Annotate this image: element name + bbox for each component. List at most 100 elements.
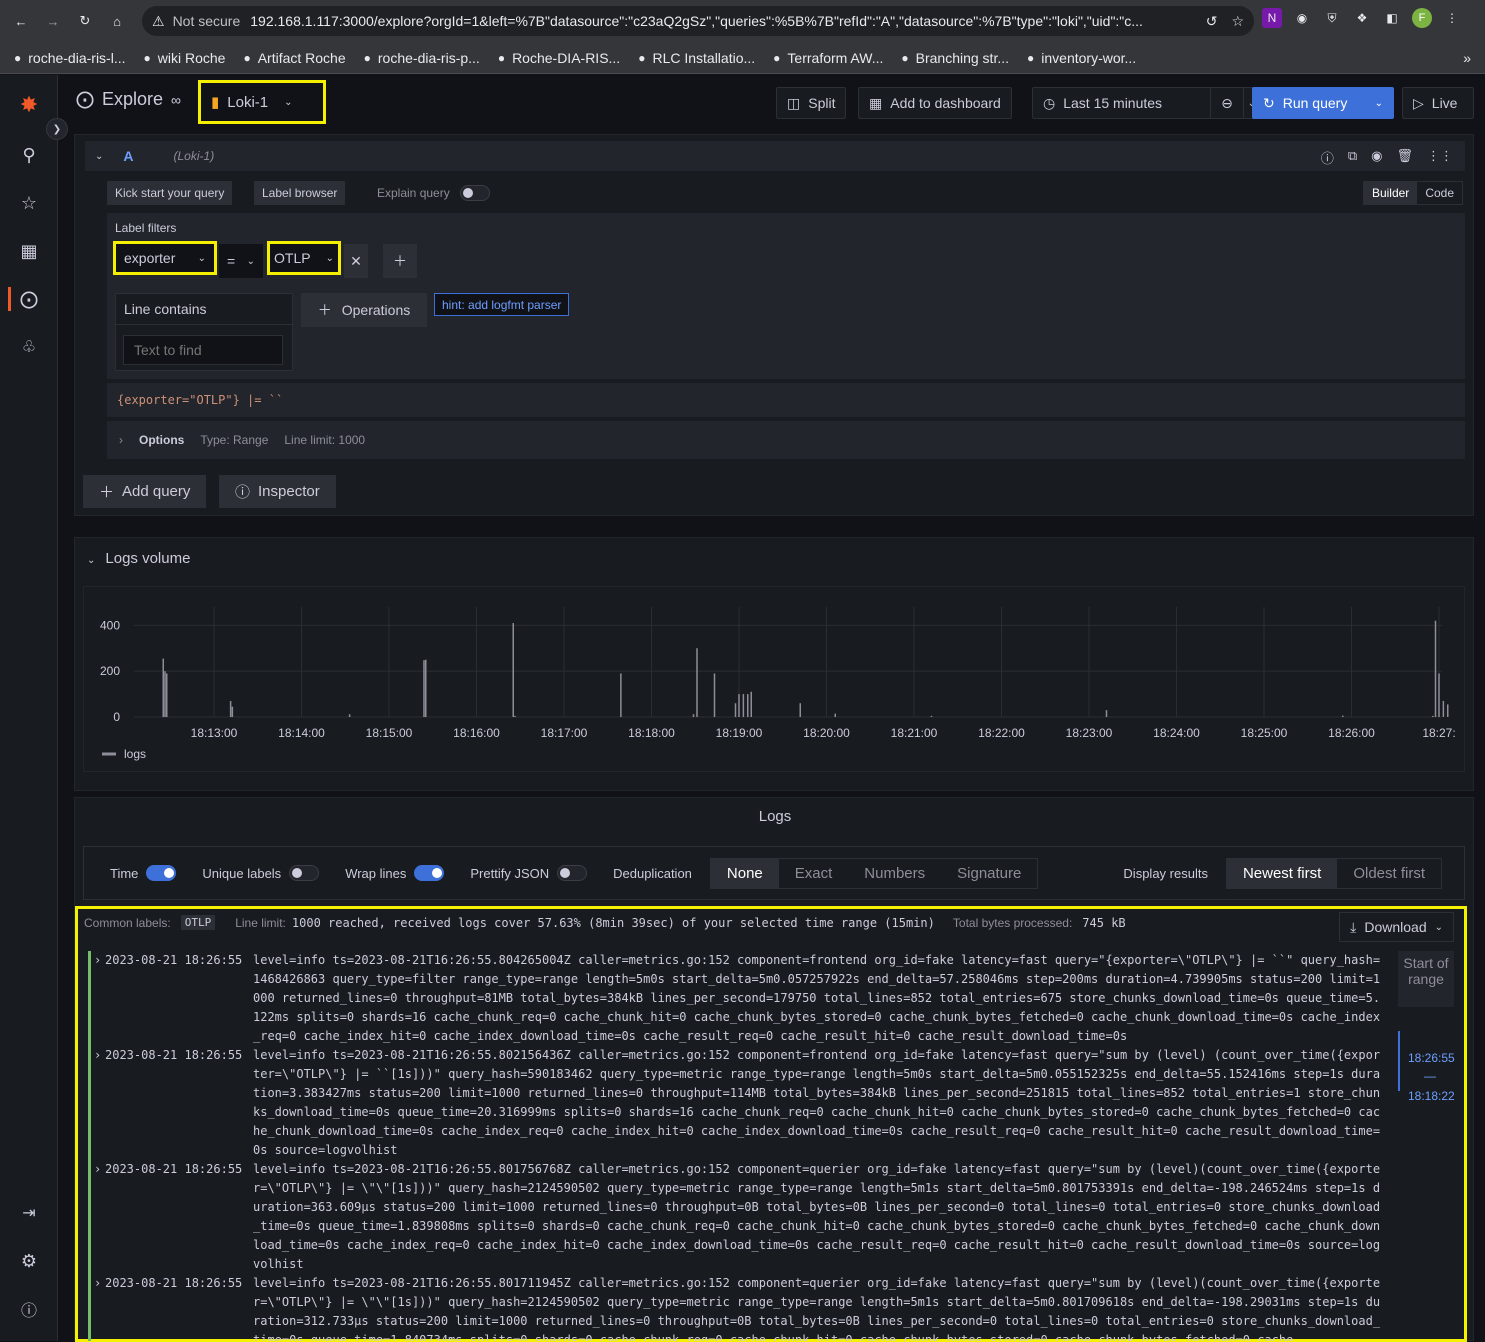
star-icon[interactable]: ☆ [1231,13,1244,30]
download-button[interactable]: ⤓ Download ⌄ [1339,912,1454,942]
sidepanel-icon[interactable]: ◧ [1382,8,1402,28]
gear-icon[interactable]: ⚙ [17,1249,41,1273]
starred-icon[interactable]: ☆ [17,191,41,215]
x-tick-label: 18:17:00 [541,726,588,740]
eye-icon[interactable]: ◉ [1371,148,1382,167]
bookmark-item[interactable]: ● inventory-wor... [1027,50,1136,66]
bookmark-item[interactable]: ● roche-dia-ris-p... [364,50,480,66]
apps-icon: ▦ [869,94,883,111]
search-icon[interactable]: ⚲ [17,143,41,167]
operations-button[interactable]: ＋ Operations [301,293,427,327]
dedup-option[interactable]: Exact [779,859,849,888]
unique-labels-toggle[interactable] [289,865,320,881]
reload-icon[interactable]: ↻ [72,8,98,34]
logs-volume-header[interactable]: ⌄ Logs volume [87,550,190,567]
chevron-right-icon[interactable]: › [91,951,105,1046]
run-query-button[interactable]: ↻ Run query ⌄ [1252,87,1394,119]
sign-in-icon[interactable]: ⇥ [17,1201,41,1225]
globe-extension-icon[interactable]: ◉ [1292,8,1312,28]
forward-icon[interactable]: → [40,8,66,34]
datasource-picker[interactable]: ▮ Loki-1 ⌄ [198,80,326,124]
log-row[interactable]: › 2023-08-21 18:26:55 level=info ts=2023-0… [91,951,1382,1046]
x-tick-label: 18:20:00 [803,726,850,740]
query-row-actions: ⓘ ⧉ ◉ 🗑 ⋮⋮ [1321,148,1453,167]
bookmark-item[interactable]: ● wiki Roche [144,50,226,66]
address-bar[interactable]: ⚠ Not secure 192.168.1.117:3000/explore?… [142,6,1254,36]
label-key-select[interactable]: exporter ⌄ [113,241,217,275]
code-tab[interactable]: Code [1417,182,1462,204]
chevron-right-icon[interactable]: › [91,1160,105,1274]
drag-handle-icon[interactable]: ⋮⋮ [1427,148,1453,167]
query-row-header[interactable]: ⌄ A (Loki-1) ⓘ ⧉ ◉ 🗑 ⋮⋮ [85,141,1465,171]
live-button[interactable]: ▷ Live [1402,87,1474,119]
dedup-option[interactable]: Numbers [848,859,941,888]
grafana-logo-icon[interactable]: ✸ [17,92,41,117]
range-bottom-time[interactable]: 18:18:22 [1408,1089,1455,1103]
dedup-option[interactable]: Signature [941,859,1037,888]
explore-icon[interactable]: ⨀ [17,287,41,311]
remove-filter-button[interactable]: ✕ [344,244,368,278]
log-row[interactable]: › 2023-08-21 18:26:55 level=info ts=2023-0… [91,1046,1382,1160]
expand-sidebar-button[interactable]: ❯ [46,118,68,140]
plus-icon: ＋ [99,484,115,501]
home-icon[interactable]: ⌂ [104,8,130,34]
duplicate-icon[interactable]: ⧉ [1348,148,1357,167]
share-icon[interactable]: ↺ [1206,13,1218,30]
collapse-chevron-icon[interactable]: ⌄ [95,151,103,162]
add-filter-button[interactable]: ＋ [383,244,417,278]
operator-select[interactable]: = ⌄ [219,244,263,278]
bookmark-label: RLC Installatio... [652,49,756,66]
label-browser-button[interactable]: Label browser [254,181,346,205]
download-label: Download [1364,919,1427,935]
back-icon[interactable]: ← [8,8,34,34]
help-icon[interactable]: ⓘ [1321,148,1334,167]
kick-start-button[interactable]: Kick start your query [107,181,233,205]
wrap-lines-toggle[interactable] [414,865,445,881]
range-top-time[interactable]: 18:26:55 [1408,1051,1455,1065]
builder-tab[interactable]: Builder [1363,182,1418,204]
close-icon: ✕ [350,252,362,269]
log-row[interactable]: › 2023-08-21 18:26:55 level=info ts=2023-0… [91,1274,1382,1341]
text-to-find-input[interactable] [123,335,283,365]
x-tick-label: 18:14:00 [278,726,325,740]
label-value-select[interactable]: OTLP ⌄ [267,241,341,275]
add-to-dashboard-button[interactable]: ▦ Add to dashboard [858,87,1012,119]
dedup-option[interactable]: None [710,858,779,888]
oldest-first-option[interactable]: Oldest first [1337,859,1441,888]
profile-avatar[interactable]: F [1412,8,1432,28]
explain-toggle[interactable] [459,185,490,201]
label-value-value: OTLP [274,250,311,266]
bookmark-item[interactable]: ● Artifact Roche [243,50,345,66]
help-icon[interactable]: ⓘ [17,1297,41,1321]
puzzle-icon[interactable]: ❖ [1352,8,1372,28]
dashboards-icon[interactable]: ▦ [17,239,41,263]
bookmarks-more-button[interactable]: » [1463,50,1471,66]
bookmark-item[interactable]: ● roche-dia-ris-l... [14,50,126,66]
newest-first-option[interactable]: Newest first [1226,858,1338,888]
log-row[interactable]: › 2023-08-21 18:26:55 level=info ts=2023-0… [91,1160,1382,1274]
time-toggle[interactable] [146,865,177,881]
onenote-extension-icon[interactable]: N [1262,8,1282,28]
bookmark-item[interactable]: ● RLC Installatio... [638,50,755,66]
chevron-right-icon[interactable]: › [91,1046,105,1160]
alerting-icon[interactable]: ♧ [17,335,41,359]
share-icon[interactable]: ∞ [171,92,181,108]
inspector-button[interactable]: ⓘ Inspector [219,475,336,508]
shield-extension-icon[interactable]: ⛨ [1322,8,1342,28]
menu-icon[interactable]: ⋮ [1442,8,1462,28]
prettify-toggle[interactable] [557,865,588,881]
unique-labels-toggle-group: Unique labels [202,865,320,881]
query-ref-id[interactable]: A [123,148,133,164]
chevron-down-icon: ⌄ [325,252,334,264]
bookmark-item[interactable]: ● Branching str... [901,50,1009,66]
logfmt-hint-button[interactable]: hint: add logfmt parser [434,293,570,316]
query-options-row[interactable]: › Options Type: Range Line limit: 1000 [107,421,1465,459]
trash-icon[interactable]: 🗑 [1396,148,1413,167]
split-button[interactable]: ◫ Split [776,87,847,119]
chevron-right-icon[interactable]: › [91,1274,105,1341]
bookmark-item[interactable]: ● Terraform AW... [773,50,883,66]
zoom-out-button[interactable]: ⊖ [1210,87,1244,119]
start-of-range-button[interactable]: Start of range [1398,951,1454,1007]
bookmark-item[interactable]: ● Roche-DIA-RIS... [498,50,620,66]
add-query-button[interactable]: ＋ Add query [83,475,207,508]
